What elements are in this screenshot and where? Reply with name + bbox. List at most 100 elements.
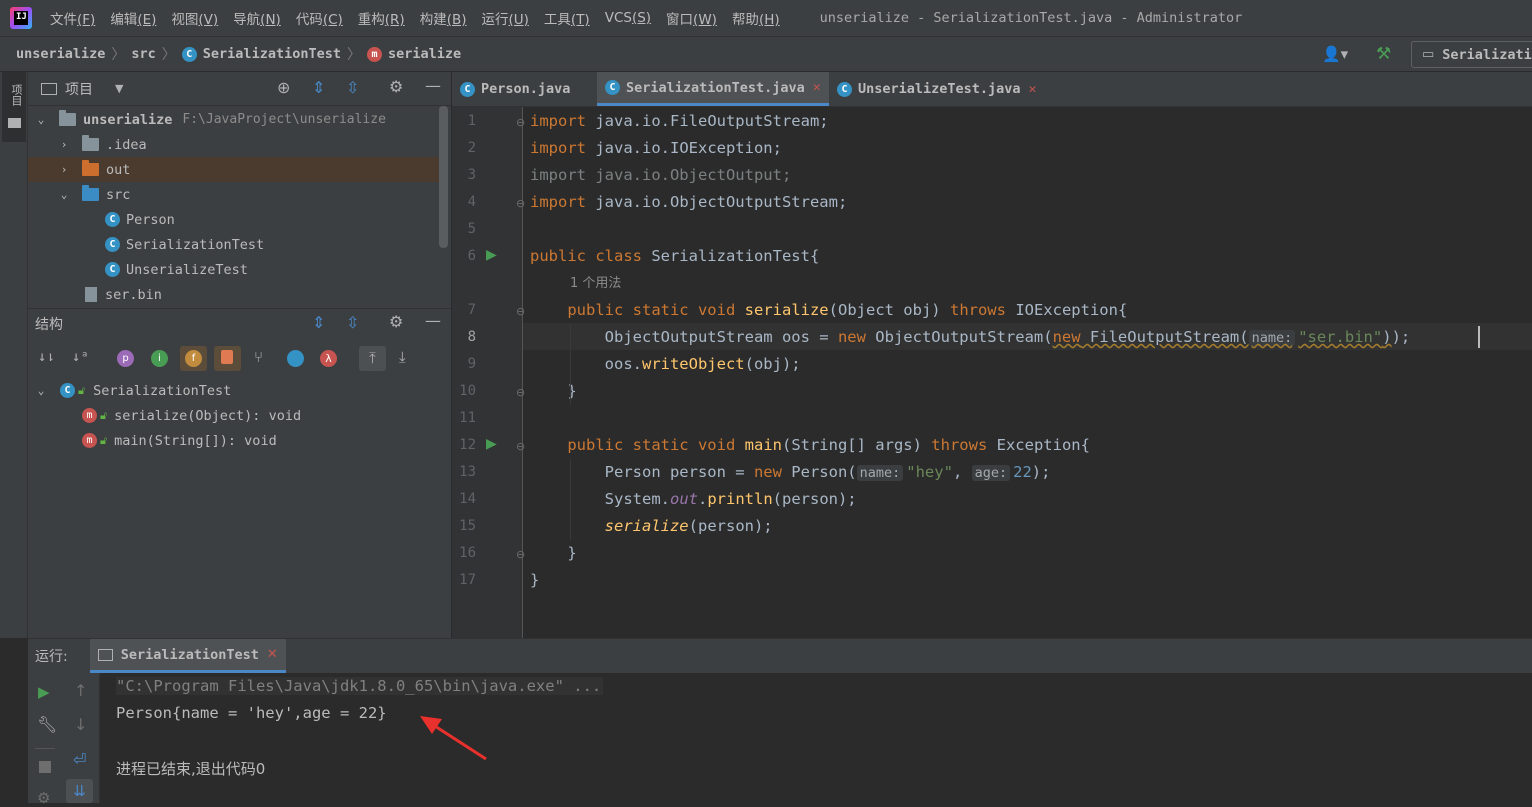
fold-marker-icon[interactable]: ⊖ bbox=[516, 197, 525, 210]
scrollbar-thumb[interactable] bbox=[439, 106, 448, 248]
lambda-icon[interactable]: λ bbox=[320, 350, 337, 367]
breadcrumb-method[interactable]: m serialize bbox=[366, 46, 461, 62]
show-properties-icon[interactable]: p bbox=[117, 350, 134, 367]
rerun-icon[interactable]: ▶ bbox=[38, 683, 50, 701]
tree-item-ser-bin[interactable]: ser.bin bbox=[28, 282, 448, 307]
tree-item-person[interactable]: C Person bbox=[28, 207, 448, 232]
collapse-all-icon[interactable]: ⇳ bbox=[346, 78, 359, 97]
fold-marker-icon[interactable]: ⊖ bbox=[516, 440, 525, 453]
tab-serializationtest-java[interactable]: C SerializationTest.java ✕ bbox=[597, 72, 829, 106]
menu-window[interactable]: 窗口(W) bbox=[666, 8, 717, 28]
locate-icon[interactable]: ⊕ bbox=[277, 78, 290, 97]
autoscroll-from-source-icon[interactable]: ⤓ bbox=[399, 348, 406, 366]
tree-item-root[interactable]: ⌄ unserialize F:\JavaProject\unserialize bbox=[28, 107, 448, 132]
unlocked-icon: 🔓︎ bbox=[100, 433, 108, 447]
arrow-down-icon[interactable]: ↓ bbox=[74, 715, 87, 734]
chevron-down-icon[interactable]: ⌄ bbox=[57, 188, 71, 201]
build-hammer-icon[interactable]: ⚒ bbox=[1376, 44, 1391, 64]
menu-code[interactable]: 代码(C) bbox=[296, 8, 343, 28]
class-icon: C bbox=[460, 81, 475, 97]
code-line: import java.io.FileOutputStream; bbox=[530, 112, 829, 130]
run-config-selector[interactable]: ▭ Serializati bbox=[1411, 41, 1532, 68]
tree-item-idea[interactable]: › .idea bbox=[28, 132, 448, 157]
method-icon: m bbox=[82, 433, 97, 448]
soft-wrap-icon[interactable]: ⏎ bbox=[73, 750, 86, 769]
close-icon[interactable]: ✕ bbox=[1029, 82, 1037, 97]
tree-root-label: unserialize bbox=[83, 111, 173, 128]
tree-item-out[interactable]: › out bbox=[28, 157, 448, 182]
lock-icon[interactable] bbox=[221, 350, 233, 364]
tree-item-serializationtest[interactable]: C SerializationTest bbox=[28, 232, 448, 257]
tab-unserializetest-java[interactable]: C UnserializeTest.java ✕ bbox=[837, 72, 1036, 106]
menu-refactor[interactable]: 重构(R) bbox=[358, 8, 405, 28]
wrench-icon[interactable]: 🔧︎ bbox=[37, 715, 57, 734]
code-line: serialize(person); bbox=[604, 517, 773, 535]
show-fields-icon[interactable]: f bbox=[185, 350, 202, 367]
scroll-to-end-icon[interactable]: ⇊ bbox=[66, 779, 93, 803]
menu-tools[interactable]: 工具(T) bbox=[544, 8, 590, 28]
expand-all-icon[interactable]: ⇕ bbox=[312, 313, 325, 332]
tree-item-src[interactable]: ⌄ src bbox=[28, 182, 448, 207]
code-editor[interactable]: 1 2 3 4 5 6 7 8 9 10 11 12 13 14 15 16 1… bbox=[452, 107, 1532, 638]
run-gutter-icon[interactable]: ▶ bbox=[486, 247, 497, 263]
tab-person-java[interactable]: C Person.java bbox=[460, 72, 570, 106]
line-number: 13 bbox=[459, 464, 476, 480]
chevron-right-icon[interactable]: › bbox=[57, 138, 71, 151]
chevron-down-icon[interactable]: ▼ bbox=[115, 82, 123, 95]
gear-icon[interactable]: ⚙ bbox=[389, 312, 403, 331]
fold-marker-icon[interactable]: ⊖ bbox=[516, 386, 525, 399]
run-tab-label: SerializationTest bbox=[120, 646, 259, 663]
project-tool-tab[interactable]: 项目 bbox=[2, 72, 26, 142]
line-number: 3 bbox=[467, 167, 476, 183]
run-tab-serializationtest[interactable]: SerializationTest ✕ bbox=[89, 639, 286, 673]
sort-by-visibility-icon[interactable]: ↓⇂ bbox=[38, 349, 55, 365]
run-gutter-icon[interactable]: ▶ bbox=[486, 436, 497, 452]
stop-icon[interactable] bbox=[39, 761, 51, 773]
fold-marker-icon[interactable]: ⊖ bbox=[516, 548, 525, 561]
minimize-icon[interactable]: — bbox=[425, 76, 441, 95]
fold-marker-icon[interactable]: ⊖ bbox=[516, 305, 525, 318]
menu-file[interactable]: 文件(F) bbox=[50, 8, 95, 28]
arrow-up-icon[interactable]: ↑ bbox=[74, 681, 87, 700]
close-icon[interactable]: ✕ bbox=[267, 647, 278, 662]
anonymous-class-icon[interactable] bbox=[287, 350, 304, 367]
structure-item-class[interactable]: ⌄ C 🔓︎ SerializationTest bbox=[28, 378, 448, 403]
menu-build[interactable]: 构建(B) bbox=[420, 8, 467, 28]
close-icon[interactable]: ✕ bbox=[813, 80, 821, 95]
menu-run[interactable]: 运行(U) bbox=[482, 8, 529, 28]
autoscroll-to-source-icon[interactable]: ⤒ bbox=[359, 346, 386, 371]
camera-icon[interactable]: ⚙ bbox=[37, 789, 50, 807]
tree-item-unserializetest[interactable]: C UnserializeTest bbox=[28, 257, 448, 282]
line-number: 9 bbox=[467, 356, 476, 372]
sort-alphabetically-icon[interactable]: ↓ᵃ bbox=[72, 349, 89, 365]
chevron-down-icon[interactable]: ⌄ bbox=[34, 113, 48, 126]
chevron-down-icon[interactable]: ⌄ bbox=[34, 384, 48, 397]
tree-item-label: out bbox=[106, 161, 131, 178]
hierarchy-icon[interactable]: ⑂ bbox=[254, 348, 263, 366]
menu-edit[interactable]: 编辑(E) bbox=[110, 8, 156, 28]
menu-view[interactable]: 视图(V) bbox=[171, 8, 218, 28]
user-icon[interactable]: 👤▾ bbox=[1322, 45, 1348, 63]
structure-item-method[interactable]: m 🔓︎ main(String[]): void bbox=[28, 428, 448, 453]
usage-hint[interactable]: 1 个用法 bbox=[570, 270, 621, 297]
breadcrumb-class[interactable]: C SerializationTest bbox=[181, 46, 341, 62]
code-line: public static void serialize(Object obj)… bbox=[567, 301, 1128, 319]
menu-help[interactable]: 帮助(H) bbox=[732, 8, 780, 28]
runnable-class-icon: C bbox=[837, 81, 852, 97]
line-number: 1 bbox=[467, 113, 476, 129]
project-panel-title[interactable]: 项目 bbox=[65, 79, 93, 99]
structure-item-method[interactable]: m 🔓︎ serialize(Object): void bbox=[28, 403, 448, 428]
run-console[interactable]: ▶ 🔧︎ ⚙ ↑ ↓ ⏎ ⇊ "C:\Program Files\Java\jd… bbox=[28, 673, 1532, 807]
collapse-all-icon[interactable]: ⇳ bbox=[346, 313, 359, 332]
fold-marker-icon[interactable]: ⊖ bbox=[516, 116, 525, 129]
expand-all-icon[interactable]: ⇕ bbox=[312, 78, 325, 97]
menu-navigate[interactable]: 导航(N) bbox=[233, 8, 281, 28]
chevron-right-icon[interactable]: › bbox=[57, 163, 71, 176]
breadcrumb-src[interactable]: src bbox=[131, 46, 155, 62]
breadcrumb-project[interactable]: unserialize bbox=[16, 46, 105, 62]
gear-icon[interactable]: ⚙ bbox=[389, 77, 403, 96]
class-icon: C bbox=[60, 383, 75, 398]
menu-vcs[interactable]: VCS(S) bbox=[605, 10, 651, 26]
show-inherited-icon[interactable]: i bbox=[151, 350, 168, 367]
minimize-icon[interactable]: — bbox=[425, 311, 441, 330]
